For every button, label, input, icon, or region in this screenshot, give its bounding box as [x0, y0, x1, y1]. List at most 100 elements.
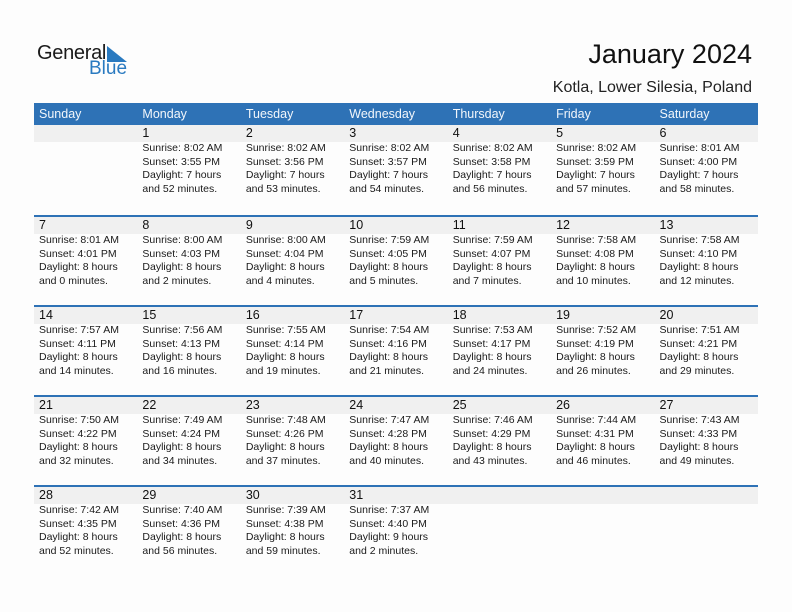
- sunrise-time: Sunrise: 7:44 AM: [556, 414, 637, 426]
- day-cell: 10 Sunrise: 7:59 AM Sunset: 4:05 PM Dayligh…: [344, 217, 447, 288]
- daylight-hours: Daylight: 8 hours: [39, 261, 118, 273]
- day-number: 24: [349, 398, 364, 412]
- daylight-hours: Daylight: 8 hours: [349, 261, 429, 273]
- sunrise-time: Sunrise: 7:57 AM: [39, 324, 119, 336]
- sunset-time: Sunset: 4:13 PM: [142, 337, 221, 350]
- daylight-hours: Daylight: 7 hours: [245, 169, 325, 181]
- day-cell: 16 Sunrise: 7:55 AM Sunset: 4:14 PM Dayligh…: [241, 307, 344, 378]
- empty-day-cell: [448, 487, 551, 558]
- day-number: 1: [142, 126, 150, 140]
- daylight-minutes: and 58 minutes.: [659, 182, 735, 195]
- daylight-minutes: and 52 minutes.: [142, 182, 218, 195]
- day-number: 3: [349, 126, 357, 140]
- sunrise-time: Sunrise: 8:00 AM: [142, 234, 223, 246]
- day-cell: 2 Sunrise: 8:02 AM Sunset: 3:56 PM Daylight…: [241, 125, 344, 196]
- day-cell: 24 Sunrise: 7:47 AM Sunset: 4:28 PM Dayligh…: [344, 397, 447, 468]
- weekday-header-row: Sunday Monday Tuesday Wednesday Thursday Frid…: [34, 103, 758, 125]
- daylight-minutes: and 57 minutes.: [556, 182, 631, 195]
- daylight-minutes: and 19 minutes.: [245, 364, 321, 377]
- sunrise-time: Sunrise: 7:51 AM: [659, 324, 740, 336]
- daylight-minutes: and 2 minutes.: [349, 544, 419, 557]
- week-row: 28 Sunrise: 7:42 AM Sunset: 4:35 PM Dayligh…: [34, 485, 758, 575]
- page-title: January 2024: [588, 39, 752, 69]
- day-number: 12: [556, 218, 571, 232]
- sunset-time: Sunset: 4:33 PM: [659, 427, 738, 440]
- day-number: 8: [142, 218, 150, 232]
- sunset-time: Sunset: 4:05 PM: [349, 247, 427, 260]
- daylight-hours: Daylight: 7 hours: [659, 169, 739, 181]
- calendar-grid: Sunday Monday Tuesday Wednesday Thursday Frid…: [34, 103, 758, 575]
- sunset-time: Sunset: 3:59 PM: [556, 155, 634, 168]
- weekday-header-monday: Monday: [142, 107, 187, 121]
- daylight-hours: Daylight: 8 hours: [349, 351, 429, 363]
- day-number: 6: [659, 126, 667, 140]
- daylight-minutes: and 49 minutes.: [659, 454, 735, 467]
- daylight-minutes: and 37 minutes.: [245, 454, 321, 467]
- day-number: 4: [452, 126, 460, 140]
- day-cell: 28 Sunrise: 7:42 AM Sunset: 4:35 PM Dayligh…: [34, 487, 137, 558]
- sunset-time: Sunset: 4:08 PM: [556, 247, 634, 260]
- sunrise-time: Sunrise: 7:59 AM: [349, 234, 430, 246]
- day-number: 17: [349, 308, 364, 322]
- daylight-minutes: and 5 minutes.: [349, 274, 419, 287]
- empty-day-cell: [551, 487, 654, 558]
- sunset-time: Sunset: 4:00 PM: [659, 155, 738, 168]
- day-number: 14: [39, 308, 53, 322]
- day-number: 22: [142, 398, 157, 412]
- day-number: 19: [556, 308, 571, 322]
- sunrise-time: Sunrise: 7:53 AM: [452, 324, 533, 336]
- daylight-hours: Daylight: 8 hours: [245, 261, 325, 273]
- daylight-minutes: and 56 minutes.: [142, 544, 218, 557]
- daylight-minutes: and 56 minutes.: [452, 182, 528, 195]
- daylight-minutes: and 0 minutes.: [39, 274, 108, 287]
- sunrise-time: Sunrise: 8:02 AM: [556, 142, 637, 154]
- sunset-time: Sunset: 4:28 PM: [349, 427, 427, 440]
- sunset-time: Sunset: 4:04 PM: [245, 247, 324, 260]
- sunrise-time: Sunrise: 7:39 AM: [245, 504, 326, 516]
- brand-logo: General Blue: [37, 42, 137, 82]
- sunrise-time: Sunrise: 7:52 AM: [556, 324, 637, 336]
- day-cell: 19 Sunrise: 7:52 AM Sunset: 4:19 PM Dayligh…: [551, 307, 654, 378]
- day-cell: 27 Sunrise: 7:43 AM Sunset: 4:33 PM Dayligh…: [655, 397, 758, 468]
- day-cell: 13 Sunrise: 7:58 AM Sunset: 4:10 PM Dayligh…: [655, 217, 758, 288]
- day-number: 25: [452, 398, 467, 412]
- day-number: 5: [556, 126, 564, 140]
- daylight-hours: Daylight: 8 hours: [142, 441, 222, 453]
- sunrise-time: Sunrise: 7:47 AM: [349, 414, 430, 426]
- day-cell: 29 Sunrise: 7:40 AM Sunset: 4:36 PM Dayligh…: [137, 487, 240, 558]
- daylight-hours: Daylight: 8 hours: [556, 261, 635, 273]
- sunrise-time: Sunrise: 7:43 AM: [659, 414, 740, 426]
- daylight-hours: Daylight: 9 hours: [349, 531, 429, 543]
- sunset-time: Sunset: 3:55 PM: [142, 155, 221, 168]
- daylight-hours: Daylight: 8 hours: [452, 261, 532, 273]
- daylight-hours: Daylight: 8 hours: [142, 261, 222, 273]
- day-number: 26: [556, 398, 571, 412]
- weekday-header-tuesday: Tuesday: [245, 107, 294, 121]
- daylight-minutes: and 40 minutes.: [349, 454, 424, 467]
- sunset-time: Sunset: 4:21 PM: [659, 337, 738, 350]
- day-cell: 20 Sunrise: 7:51 AM Sunset: 4:21 PM Dayligh…: [655, 307, 758, 378]
- logo-word-blue: Blue: [89, 58, 128, 79]
- daylight-minutes: and 4 minutes.: [245, 274, 315, 287]
- daylight-minutes: and 12 minutes.: [659, 274, 735, 287]
- day-cell: 21 Sunrise: 7:50 AM Sunset: 4:22 PM Dayligh…: [34, 397, 137, 468]
- daylight-minutes: and 59 minutes.: [245, 544, 321, 557]
- week-row: 1 Sunrise: 8:02 AM Sunset: 3:55 PM Daylight…: [34, 125, 758, 215]
- sunset-time: Sunset: 4:10 PM: [659, 247, 738, 260]
- weekday-header-thursday: Thursday: [452, 107, 505, 121]
- week-row: 21 Sunrise: 7:50 AM Sunset: 4:22 PM Dayligh…: [34, 395, 758, 485]
- sunrise-time: Sunrise: 7:59 AM: [452, 234, 533, 246]
- day-cell: 18 Sunrise: 7:53 AM Sunset: 4:17 PM Dayligh…: [448, 307, 551, 378]
- daylight-minutes: and 16 minutes.: [142, 364, 218, 377]
- daylight-hours: Daylight: 8 hours: [245, 531, 325, 543]
- week-row: 14 Sunrise: 7:57 AM Sunset: 4:11 PM Dayligh…: [34, 305, 758, 395]
- sunset-time: Sunset: 4:26 PM: [245, 427, 324, 440]
- daylight-hours: Daylight: 8 hours: [556, 351, 635, 363]
- sunset-time: Sunset: 4:36 PM: [142, 517, 221, 530]
- day-cell: 5 Sunrise: 8:02 AM Sunset: 3:59 PM Daylight…: [551, 125, 654, 196]
- day-cell: 11 Sunrise: 7:59 AM Sunset: 4:07 PM Dayligh…: [448, 217, 551, 288]
- daylight-hours: Daylight: 8 hours: [245, 441, 325, 453]
- day-number: 21: [39, 398, 53, 412]
- daylight-hours: Daylight: 7 hours: [142, 169, 222, 181]
- sunrise-time: Sunrise: 7:56 AM: [142, 324, 223, 336]
